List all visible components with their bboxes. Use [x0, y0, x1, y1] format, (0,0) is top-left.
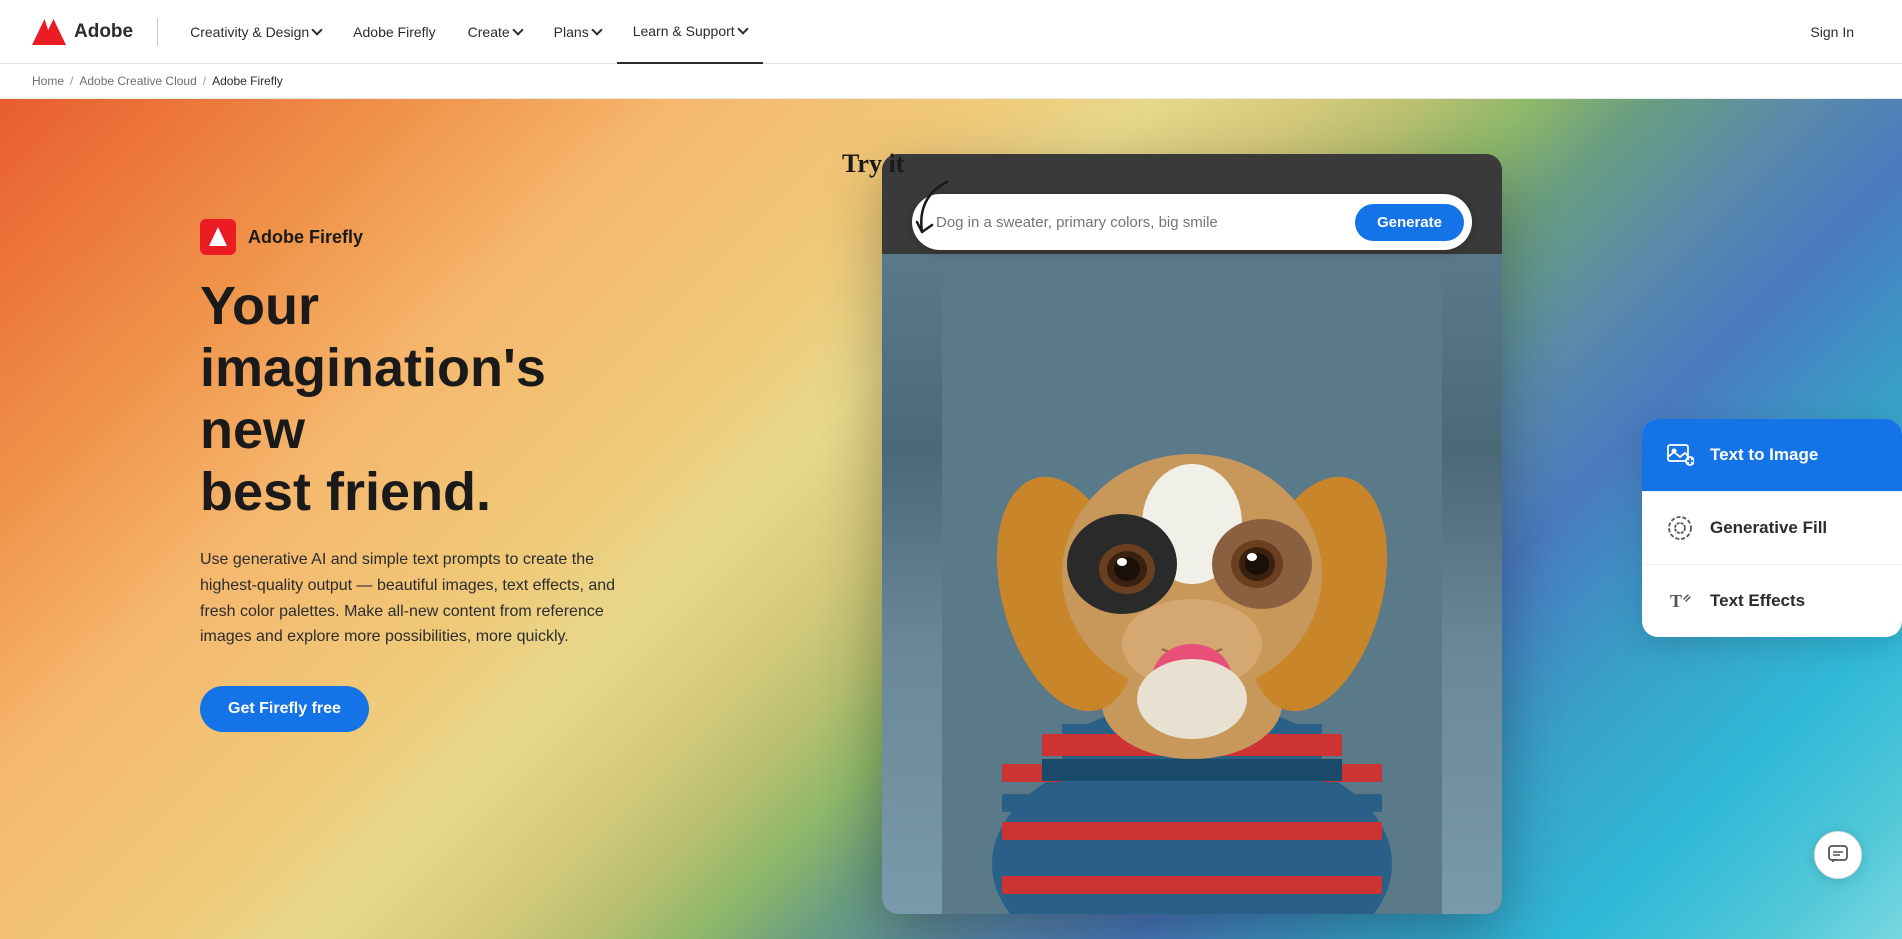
chat-widget-button[interactable] — [1814, 831, 1862, 879]
nav-link-creativity-design[interactable]: Creativity & Design — [174, 0, 337, 64]
feature-item-generative-fill[interactable]: Generative Fill — [1642, 492, 1902, 565]
hero-left-content: Adobe Firefly Your imagination's new bes… — [0, 99, 700, 792]
generate-button[interactable]: Generate — [1355, 204, 1464, 241]
text-effects-label: Text Effects — [1710, 591, 1805, 611]
nav-link-plans[interactable]: Plans — [538, 0, 617, 64]
get-firefly-button[interactable]: Get Firefly free — [200, 686, 369, 732]
demo-search-input[interactable] — [936, 214, 1355, 231]
nav-link-learn-support[interactable]: Learn & Support — [617, 0, 763, 64]
nav-divider — [157, 18, 158, 46]
chevron-down-icon — [737, 23, 748, 34]
try-it-text: Try it — [842, 149, 904, 179]
breadcrumb-sep-1: / — [70, 74, 73, 88]
dog-svg — [942, 264, 1442, 914]
breadcrumb-home[interactable]: Home — [32, 74, 64, 88]
demo-search-bar: Generate — [912, 194, 1472, 250]
chevron-down-icon — [311, 24, 322, 35]
feature-item-text-effects[interactable]: T Text Effects — [1642, 565, 1902, 637]
text-effects-icon: T — [1664, 585, 1696, 617]
try-it-arrow-icon — [902, 177, 962, 247]
sign-in-button[interactable]: Sign In — [1794, 16, 1870, 48]
feature-panel: Text to Image Generative Fill T — [1642, 419, 1902, 637]
dog-image — [882, 264, 1502, 914]
generative-fill-label: Generative Fill — [1710, 518, 1827, 538]
image-icon — [1664, 439, 1696, 471]
hero-right-content: Try it Generate — [802, 99, 1902, 939]
text-to-image-label: Text to Image — [1710, 445, 1818, 465]
chevron-down-icon — [512, 24, 523, 35]
breadcrumb-creative-cloud[interactable]: Adobe Creative Cloud — [79, 74, 196, 88]
firefly-badge: Adobe Firefly — [200, 219, 640, 255]
nav-links: Creativity & Design Adobe Firefly Create… — [174, 0, 1794, 64]
generative-fill-icon — [1664, 512, 1696, 544]
adobe-wordmark: Adobe — [74, 21, 133, 43]
breadcrumb-sep-2: / — [203, 74, 206, 88]
main-navigation: Adobe Creativity & Design Adobe Firefly … — [0, 0, 1902, 64]
breadcrumb-current: Adobe Firefly — [212, 74, 283, 88]
firefly-badge-label: Adobe Firefly — [248, 227, 363, 248]
nav-link-adobe-firefly[interactable]: Adobe Firefly — [337, 0, 451, 64]
hero-body-text: Use generative AI and simple text prompt… — [200, 547, 620, 649]
hero-headline: Your imagination's new best friend. — [200, 275, 640, 523]
svg-text:T: T — [1670, 591, 1682, 611]
try-it-callout: Try it — [842, 149, 904, 179]
demo-card: Generate — [882, 154, 1502, 914]
hero-section: Adobe Firefly Your imagination's new bes… — [0, 99, 1902, 939]
breadcrumb: Home / Adobe Creative Cloud / Adobe Fire… — [0, 64, 1902, 99]
firefly-logo-box — [200, 219, 236, 255]
nav-link-create[interactable]: Create — [452, 0, 538, 64]
chat-icon — [1827, 844, 1849, 866]
chevron-down-icon — [591, 24, 602, 35]
firefly-logo-icon — [207, 226, 229, 248]
adobe-logo-icon — [32, 18, 66, 46]
feature-item-text-to-image[interactable]: Text to Image — [1642, 419, 1902, 492]
adobe-logo-link[interactable]: Adobe — [32, 18, 133, 46]
nav-right: Sign In — [1794, 16, 1870, 48]
